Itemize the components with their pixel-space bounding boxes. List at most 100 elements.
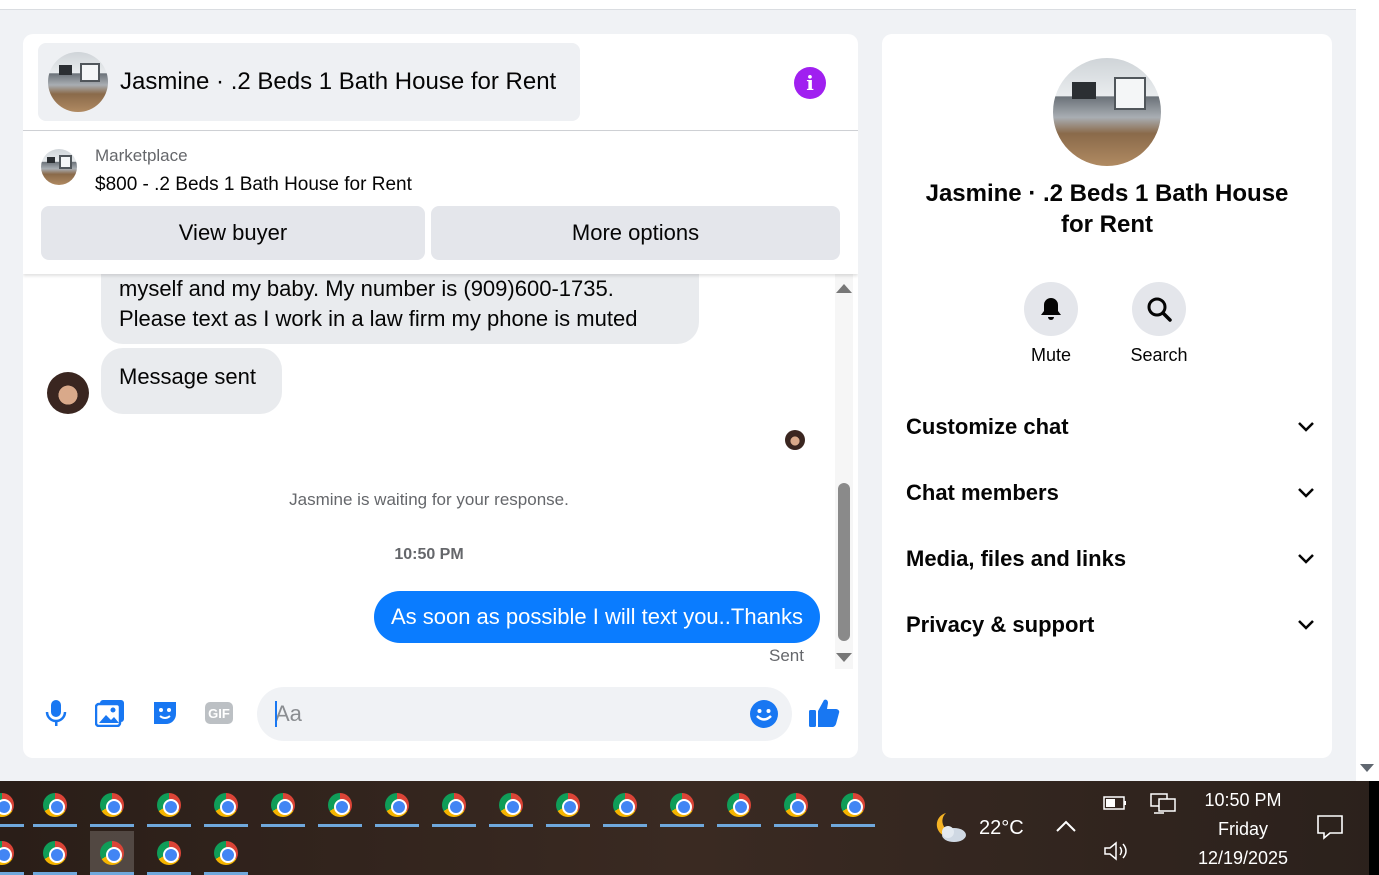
- battery-icon[interactable]: [1103, 796, 1127, 815]
- taskbar-chrome-window-button[interactable]: [90, 783, 134, 827]
- taskbar-chrome-window-button[interactable]: [147, 831, 191, 875]
- chrome-icon: [214, 793, 238, 817]
- text-caret: [275, 701, 277, 727]
- taskbar-chrome-window-button[interactable]: [603, 783, 647, 827]
- search-label: Search: [1130, 345, 1188, 365]
- taskbar-chrome-window-button[interactable]: [489, 783, 533, 827]
- mute-action[interactable]: Mute: [1006, 282, 1096, 366]
- taskbar-chrome-window-button[interactable]: [0, 831, 24, 875]
- message-input-wrapper[interactable]: [257, 687, 792, 741]
- page-scrollbar[interactable]: [1356, 0, 1379, 781]
- running-indicator: [90, 824, 134, 827]
- outgoing-message-bubble[interactable]: As soon as possible I will text you..Tha…: [374, 591, 820, 643]
- mute-label: Mute: [1030, 345, 1072, 365]
- running-indicator: [489, 824, 533, 827]
- section-label: Privacy & support: [906, 612, 1095, 637]
- conversation-avatar: [1053, 58, 1161, 166]
- chrome-icon: [385, 793, 409, 817]
- message-composer: GIF: [23, 684, 858, 744]
- chrome-icon: [100, 841, 124, 865]
- clock-day[interactable]: Friday: [1180, 819, 1306, 840]
- marketplace-listing-price[interactable]: $800 - .2 Beds 1 Bath House for Rent: [95, 174, 412, 196]
- section-label: Customize chat: [906, 414, 1069, 439]
- media-files-links-section[interactable]: Media, files and links: [906, 539, 1316, 579]
- chrome-icon: [442, 793, 466, 817]
- sender-avatar[interactable]: [47, 372, 89, 414]
- thread-scrollbar-thumb[interactable]: [838, 483, 850, 641]
- message-text-line: myself and my baby. My number is (909)60…: [119, 276, 614, 301]
- more-options-button[interactable]: More options: [431, 206, 840, 260]
- taskbar-chrome-window-button[interactable]: [0, 783, 24, 827]
- gif-icon[interactable]: GIF: [203, 697, 235, 729]
- taskbar-chrome-window-button[interactable]: [318, 783, 362, 827]
- photo-icon[interactable]: [94, 697, 126, 729]
- chevron-down-icon: [1296, 483, 1316, 503]
- chrome-icon: [841, 793, 865, 817]
- conversation-title-button[interactable]: Jasmine · .2 Beds 1 Bath House for Rent: [38, 43, 580, 121]
- taskbar-chrome-window-button[interactable]: [204, 831, 248, 875]
- view-buyer-button[interactable]: View buyer: [41, 206, 425, 260]
- taskbar-chrome-window-button[interactable]: [33, 783, 77, 827]
- chevron-down-icon: [1296, 549, 1316, 569]
- listing-thumbnail: [48, 52, 108, 112]
- privacy-support-section[interactable]: Privacy & support: [906, 605, 1316, 645]
- weather-temperature[interactable]: 22°C: [979, 817, 1024, 840]
- taskbar-chrome-window-button[interactable]: [546, 783, 590, 827]
- running-indicator: [603, 824, 647, 827]
- info-icon[interactable]: i: [794, 67, 826, 99]
- taskbar-chrome-window-button[interactable]: [432, 783, 476, 827]
- taskbar-chrome-window-button[interactable]: [261, 783, 305, 827]
- search-action[interactable]: Search: [1114, 282, 1204, 366]
- speaker-volume-icon[interactable]: [1103, 840, 1129, 867]
- taskbar-chrome-window-button[interactable]: [147, 783, 191, 827]
- emoji-icon[interactable]: [749, 699, 779, 729]
- incoming-message-bubble[interactable]: myself and my baby. My number is (909)60…: [101, 274, 699, 344]
- section-label: Media, files and links: [906, 546, 1127, 571]
- notification-center-icon[interactable]: [1316, 814, 1344, 845]
- scroll-up-arrow-icon[interactable]: [836, 284, 852, 293]
- message-timestamp: 10:50 PM: [394, 546, 464, 563]
- taskbar-chrome-window-button[interactable]: [375, 783, 419, 827]
- waiting-notice: Jasmine is waiting for your response.: [289, 490, 569, 509]
- network-icon[interactable]: [1150, 793, 1176, 820]
- like-thumbs-up-icon[interactable]: [808, 697, 840, 729]
- weather-moon-cloud-icon[interactable]: [930, 809, 968, 850]
- taskbar-chrome-window-button[interactable]: [717, 783, 761, 827]
- clock-date[interactable]: 12/19/2025: [1180, 848, 1306, 869]
- chrome-icon: [157, 841, 181, 865]
- chrome-icon: [271, 793, 295, 817]
- running-indicator: [204, 824, 248, 827]
- chrome-icon: [0, 793, 14, 817]
- microphone-icon[interactable]: [40, 697, 72, 729]
- running-indicator: [774, 824, 818, 827]
- incoming-message-bubble[interactable]: Message sent: [101, 348, 282, 414]
- running-indicator: [33, 824, 77, 827]
- taskbar-chrome-window-button[interactable]: [204, 783, 248, 827]
- chrome-icon: [214, 841, 238, 865]
- customize-chat-section[interactable]: Customize chat: [906, 407, 1316, 447]
- scroll-down-arrow-icon[interactable]: [836, 653, 852, 662]
- chevron-up-icon[interactable]: [1056, 819, 1076, 837]
- screen-edge: [1369, 781, 1379, 875]
- taskbar-chrome-window-button[interactable]: [831, 783, 875, 827]
- conversation-title: Jasmine · .2 Beds 1 Bath House for Rent: [120, 68, 557, 95]
- taskbar-chrome-window-button[interactable]: [774, 783, 818, 827]
- chrome-icon: [328, 793, 352, 817]
- taskbar-chrome-window-button[interactable]: [660, 783, 704, 827]
- taskbar-chrome-window-button[interactable]: [33, 831, 77, 875]
- marketplace-listing-banner: Marketplace $800 - .2 Beds 1 Bath House …: [23, 132, 858, 274]
- chrome-icon: [556, 793, 580, 817]
- chrome-icon: [499, 793, 523, 817]
- message-input[interactable]: [275, 687, 715, 741]
- clock-time[interactable]: 10:50 PM: [1180, 790, 1306, 811]
- sticker-icon[interactable]: [149, 697, 181, 729]
- gif-label: GIF: [205, 702, 233, 724]
- search-icon[interactable]: [1132, 282, 1186, 336]
- chat-members-section[interactable]: Chat members: [906, 473, 1316, 513]
- info-panel-title: Jasmine · .2 Beds 1 Bath House for Rent: [925, 180, 1289, 238]
- page-scroll-down-arrow-icon[interactable]: [1360, 764, 1374, 772]
- bell-icon[interactable]: [1024, 282, 1078, 336]
- chrome-icon: [670, 793, 694, 817]
- taskbar-chrome-window-button[interactable]: [90, 831, 134, 875]
- conversation-info-panel: Jasmine · .2 Beds 1 Bath House for Rent …: [882, 34, 1332, 758]
